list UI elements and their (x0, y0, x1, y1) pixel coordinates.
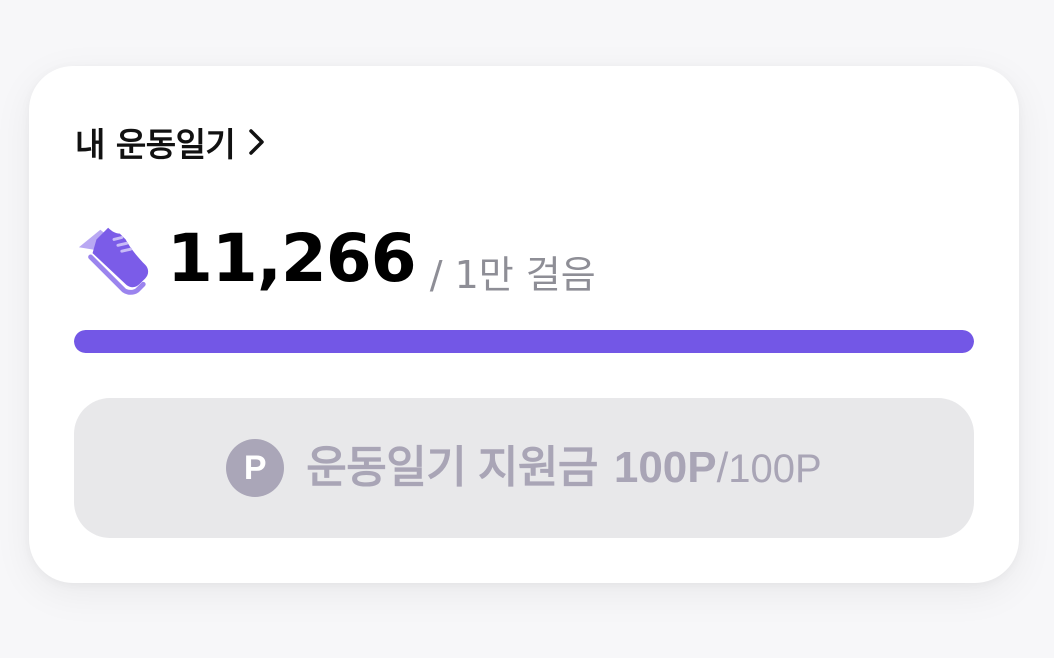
step-goal: / 1만 걸음 (429, 253, 596, 297)
running-shoe-icon (78, 227, 149, 295)
exercise-diary-title: 내 운동일기 (75, 125, 236, 164)
reward-claim-button[interactable]: P 운동일기 지원금 100P / 100P (74, 398, 974, 538)
exercise-diary-card: 내 운동일기 11,266 / 1만 걸음 P 운동일기 지원금 100P / … (29, 66, 1019, 583)
reward-text: 운동일기 지원금 100P / 100P (306, 446, 821, 490)
chevron-right-icon (249, 129, 265, 155)
step-count: 11,266 (167, 220, 417, 297)
reward-separator: / (716, 444, 729, 491)
point-icon: P (226, 439, 285, 497)
reward-max-points: 100P (728, 447, 822, 491)
step-count-row: 11,266 / 1만 걸음 (75, 216, 596, 296)
step-progress-bar (74, 330, 974, 353)
reward-earned-points: 100P (613, 443, 717, 492)
exercise-diary-link[interactable]: 내 운동일기 (75, 118, 267, 166)
reward-label: 운동일기 지원금 (306, 443, 598, 492)
step-progress-fill (74, 330, 974, 353)
